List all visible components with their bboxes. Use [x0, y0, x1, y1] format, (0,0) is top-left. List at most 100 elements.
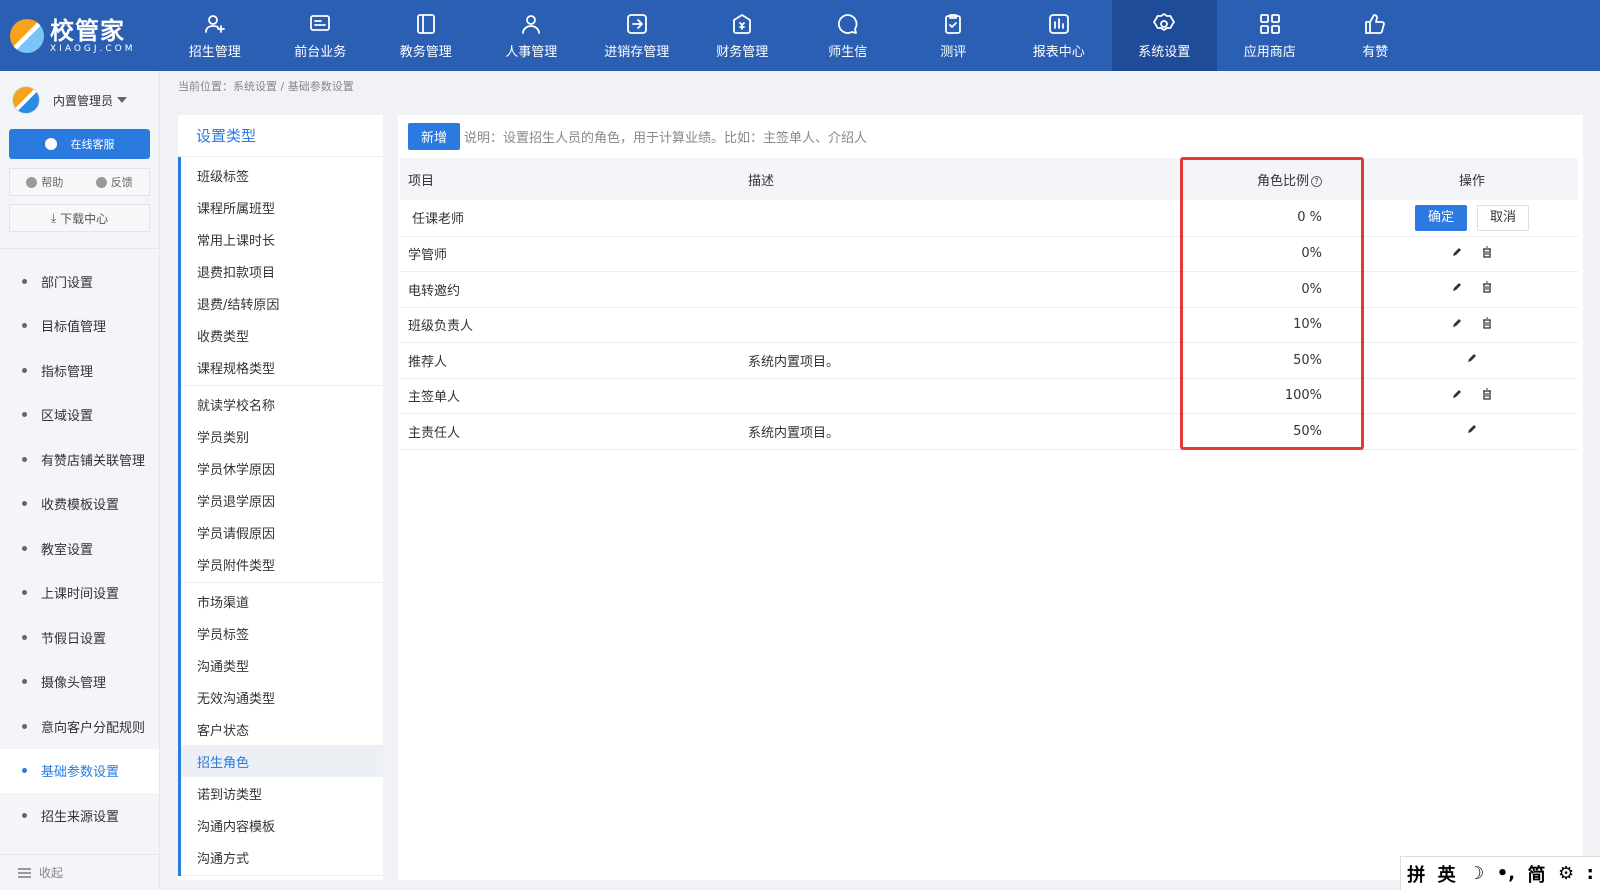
ime-item[interactable]: ⚙: [1558, 863, 1574, 884]
cancel-button[interactable]: 取消: [1477, 204, 1529, 231]
nav-item-6[interactable]: 师生信: [795, 0, 901, 71]
delete-icon[interactable]: [1481, 281, 1493, 293]
settings-item[interactable]: 学员类别: [181, 420, 383, 452]
bullet-icon: [22, 545, 27, 551]
nav-item-8[interactable]: 报表中心: [1006, 0, 1112, 71]
settings-item[interactable]: 就读学校名称: [181, 388, 383, 420]
logo[interactable]: 校管家 XIAOGJ.COM: [0, 0, 162, 71]
settings-item[interactable]: 退费/结转原因: [181, 287, 383, 319]
ime-item[interactable]: 英: [1438, 861, 1456, 887]
delete-icon[interactable]: [1481, 317, 1493, 329]
nav-item-9[interactable]: 系统设置: [1111, 0, 1217, 71]
question-icon[interactable]: ?: [1311, 175, 1322, 187]
sidebar-item-6[interactable]: 教室设置: [0, 526, 159, 571]
nav-label: 人事管理: [505, 44, 558, 60]
ratio-cell: 0%: [1182, 271, 1366, 308]
table-header: 项目 描述 角色比例? 操作: [400, 158, 1578, 200]
feedback-button[interactable]: 反馈: [80, 169, 150, 195]
nav-item-1[interactable]: 前台业务: [268, 0, 374, 71]
sidebar-item-8[interactable]: 节假日设置: [0, 615, 159, 660]
collapse-label: 收起: [39, 866, 64, 880]
item-cell: 电转邀约: [400, 271, 740, 308]
settings-item[interactable]: 学员标签: [181, 617, 383, 649]
collapse-button[interactable]: 收起: [0, 854, 160, 890]
confirm-button[interactable]: 确定: [1415, 204, 1467, 231]
chat-icon: [837, 13, 858, 34]
delete-icon[interactable]: [1481, 388, 1493, 400]
settings-item[interactable]: 学员退学原因: [181, 484, 383, 516]
nav-label: 系统设置: [1138, 44, 1191, 60]
settings-item[interactable]: 诺到访类型: [181, 777, 383, 809]
nav-item-2[interactable]: 教务管理: [373, 0, 479, 71]
settings-item[interactable]: 退费扣款项目: [181, 255, 383, 287]
sidebar-item-1[interactable]: 目标值管理: [0, 304, 159, 349]
edit-icon[interactable]: [1451, 317, 1463, 329]
sidebar-item-label: 区域设置: [41, 409, 94, 425]
sidebar-item-10[interactable]: 意向客户分配规则: [0, 704, 159, 749]
download-center-button[interactable]: ⤓ 下载中心: [9, 204, 150, 232]
desc-cell: [740, 200, 1182, 237]
ime-item[interactable]: :: [1587, 863, 1594, 884]
nav-item-10[interactable]: 应用商店: [1217, 0, 1323, 71]
delete-icon[interactable]: [1481, 246, 1493, 258]
edit-icon[interactable]: [1466, 423, 1478, 435]
ime-item[interactable]: 拼: [1407, 861, 1425, 887]
nav-item-5[interactable]: 财务管理: [690, 0, 796, 71]
settings-item[interactable]: 常用上课时长: [181, 223, 383, 255]
nav-item-7[interactable]: 测评: [901, 0, 1007, 71]
settings-item[interactable]: 无效沟通类型: [181, 681, 383, 713]
sidebar-item-7[interactable]: 上课时间设置: [0, 571, 159, 616]
nav-item-3[interactable]: 人事管理: [479, 0, 585, 71]
sidebar-item-11[interactable]: 基础参数设置: [0, 748, 159, 793]
sidebar-item-4[interactable]: 有赞店铺关联管理: [0, 437, 159, 482]
settings-item[interactable]: 收费类型: [181, 319, 383, 351]
settings-item[interactable]: 学员附件类型: [181, 548, 383, 580]
actions-cell: [1366, 271, 1578, 308]
sidebar-item-2[interactable]: 指标管理: [0, 348, 159, 393]
gear-icon: [1153, 12, 1176, 31]
online-service-button[interactable]: 在线客服: [9, 129, 150, 159]
actions-cell: [1366, 307, 1578, 343]
settings-item[interactable]: 沟通方式: [181, 841, 383, 873]
sidebar-item-3[interactable]: 区域设置: [0, 393, 159, 438]
nav-item-0[interactable]: 招生管理: [162, 0, 268, 71]
column-header-desc: 描述: [740, 158, 1182, 200]
ime-item[interactable]: •,: [1497, 863, 1515, 884]
ime-item[interactable]: 简: [1528, 861, 1546, 887]
main-nav: 招生管理 前台业务 教务管理 人事管理 进销存管理 财务管理 师生信 测评 报表中心 系统设置 应用…: [162, 0, 1428, 71]
edit-icon[interactable]: [1466, 352, 1478, 364]
edit-icon[interactable]: [1451, 246, 1463, 258]
sidebar-item-12[interactable]: 招生来源设置: [0, 793, 159, 838]
breadcrumb: 当前位置：系统设置 / 基础参数设置: [178, 80, 354, 93]
settings-item[interactable]: 市场渠道: [181, 585, 383, 617]
settings-item[interactable]: 班级标签: [181, 159, 383, 191]
bullet-icon: [22, 367, 27, 373]
sidebar-item-9[interactable]: 摄像头管理: [0, 660, 159, 705]
settings-item[interactable]: 学员请假原因: [181, 516, 383, 548]
help-button[interactable]: 帮助: [10, 169, 80, 195]
user-menu[interactable]: 内置管理员: [0, 71, 159, 129]
settings-item[interactable]: 沟通内容模板: [181, 809, 383, 841]
ime-item[interactable]: ☽: [1468, 863, 1484, 884]
nav-item-11[interactable]: 有赞: [1323, 0, 1429, 71]
sidebar-item-label: 目标值管理: [41, 320, 107, 336]
item-input[interactable]: 任课老师: [400, 200, 740, 237]
settings-item[interactable]: 客户状态: [181, 713, 383, 745]
settings-item[interactable]: 学员休学原因: [181, 452, 383, 484]
edit-icon[interactable]: [1451, 388, 1463, 400]
role-table-panel: 新增 说明：设置招生人员的角色，用于计算业绩。比如：主签单人、介绍人 项目 描述…: [398, 115, 1583, 880]
settings-item[interactable]: 课程所属班型: [181, 191, 383, 223]
ratio-input[interactable]: 0 %: [1182, 200, 1366, 237]
sidebar-item-0[interactable]: 部门设置: [0, 259, 159, 304]
settings-item[interactable]: 课程规格类型: [181, 351, 383, 383]
settings-item[interactable]: 招生角色: [181, 745, 383, 777]
nav-item-4[interactable]: 进销存管理: [584, 0, 690, 71]
column-header-item: 项目: [400, 158, 740, 200]
settings-item[interactable]: 沟通类型: [181, 649, 383, 681]
actions-cell: [1366, 378, 1578, 414]
edit-icon[interactable]: [1451, 281, 1463, 293]
nav-label: 财务管理: [716, 44, 769, 60]
add-button[interactable]: 新增: [408, 123, 461, 150]
desc-cell: 系统内置项目。: [740, 342, 1182, 379]
sidebar-item-5[interactable]: 收费模板设置: [0, 482, 159, 527]
